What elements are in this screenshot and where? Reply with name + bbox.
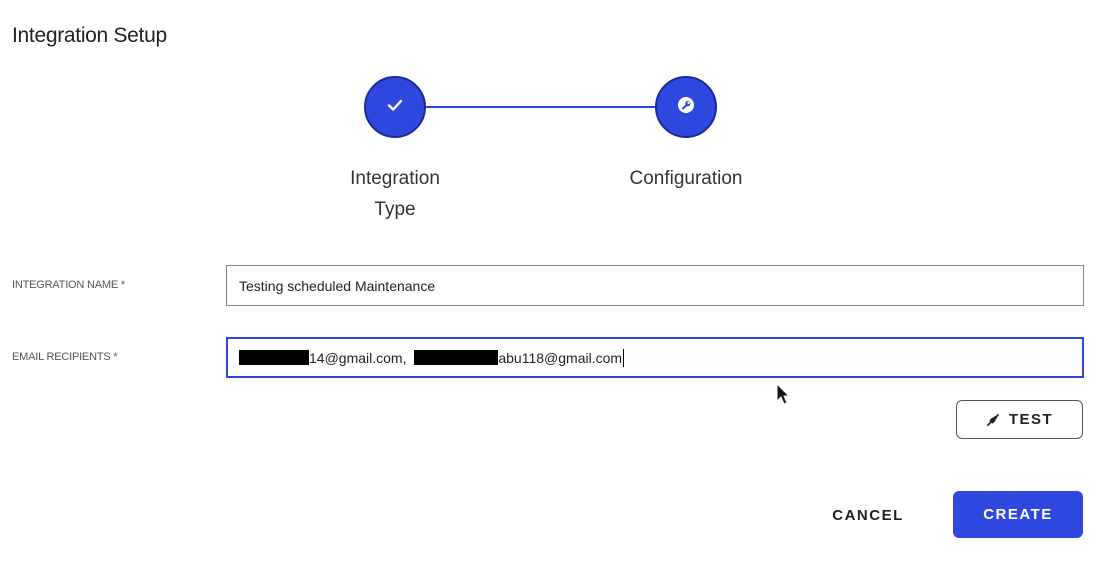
redaction-block [239, 350, 309, 365]
integration-setup-page: Integration Setup Integration Type Confi… [0, 0, 1100, 561]
email-recipients-input[interactable]: 14@gmail.com, abu118@gmail.com [226, 337, 1084, 378]
email-recipients-label: EMAIL RECIPIENTS * [12, 351, 118, 363]
create-button[interactable]: CREATE [953, 491, 1083, 538]
integration-name-input[interactable]: Testing scheduled Maintenance [226, 265, 1084, 306]
test-button[interactable]: TEST [956, 400, 1083, 439]
wrench-icon [675, 94, 697, 121]
email-value-part2: abu118@gmail.com [498, 349, 623, 366]
step-configuration-circle[interactable] [655, 76, 717, 138]
mouse-pointer-icon [776, 382, 792, 412]
check-icon [385, 95, 405, 120]
step-label-configuration: Configuration [629, 168, 743, 189]
email-value-part1: 14@gmail.com, [309, 349, 411, 366]
plug-icon [986, 413, 1000, 427]
redaction-block [414, 350, 499, 365]
test-button-label: TEST [1008, 411, 1054, 428]
cancel-button[interactable]: CANCEL [820, 500, 916, 530]
page-title: Integration Setup [12, 24, 167, 47]
step-label-integration-type: Integration Type [350, 168, 440, 220]
step-integration-type-circle[interactable] [364, 76, 426, 138]
stepper-connector [396, 106, 686, 108]
integration-name-label: INTEGRATION NAME * [12, 279, 125, 291]
text-caret [623, 348, 625, 367]
integration-name-value: Testing scheduled Maintenance [239, 277, 436, 294]
